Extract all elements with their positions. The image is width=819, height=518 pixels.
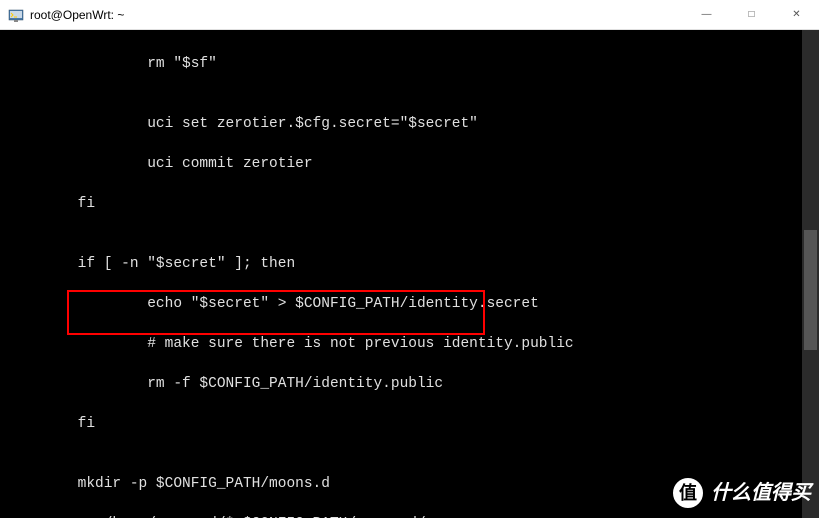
scrollbar-thumb[interactable] bbox=[804, 230, 817, 350]
code-line: fi bbox=[8, 414, 811, 434]
terminal-window: root@OpenWrt: ~ — □ ✕ rm "$sf" uci set z… bbox=[0, 0, 819, 518]
code-line: uci commit zerotier bbox=[8, 154, 811, 174]
close-button[interactable]: ✕ bbox=[774, 0, 819, 29]
terminal-content[interactable]: rm "$sf" uci set zerotier.$cfg.secret="$… bbox=[0, 30, 819, 518]
vertical-scrollbar[interactable] bbox=[802, 30, 819, 518]
code-line: echo "$secret" > $CONFIG_PATH/identity.s… bbox=[8, 294, 811, 314]
watermark: 值 什么值得买 bbox=[671, 476, 811, 510]
watermark-text: 什么值得买 bbox=[711, 483, 811, 503]
window-controls: — □ ✕ bbox=[684, 0, 819, 29]
code-line: rm -f $CONFIG_PATH/identity.public bbox=[8, 374, 811, 394]
code-line: uci set zerotier.$cfg.secret="$secret" bbox=[8, 114, 811, 134]
code-line: if [ -n "$secret" ]; then bbox=[8, 254, 811, 274]
code-line: fi bbox=[8, 194, 811, 214]
code-line: cp /home/moons.d/* $CONFIG_PATH/moons.d/ bbox=[8, 514, 811, 518]
window-title: root@OpenWrt: ~ bbox=[30, 8, 684, 22]
maximize-button[interactable]: □ bbox=[729, 0, 774, 29]
putty-icon bbox=[8, 7, 24, 23]
code-line: # make sure there is not previous identi… bbox=[8, 334, 811, 354]
minimize-button[interactable]: — bbox=[684, 0, 729, 29]
code-line: rm "$sf" bbox=[8, 54, 811, 74]
titlebar[interactable]: root@OpenWrt: ~ — □ ✕ bbox=[0, 0, 819, 30]
watermark-badge-icon: 值 bbox=[671, 476, 705, 510]
